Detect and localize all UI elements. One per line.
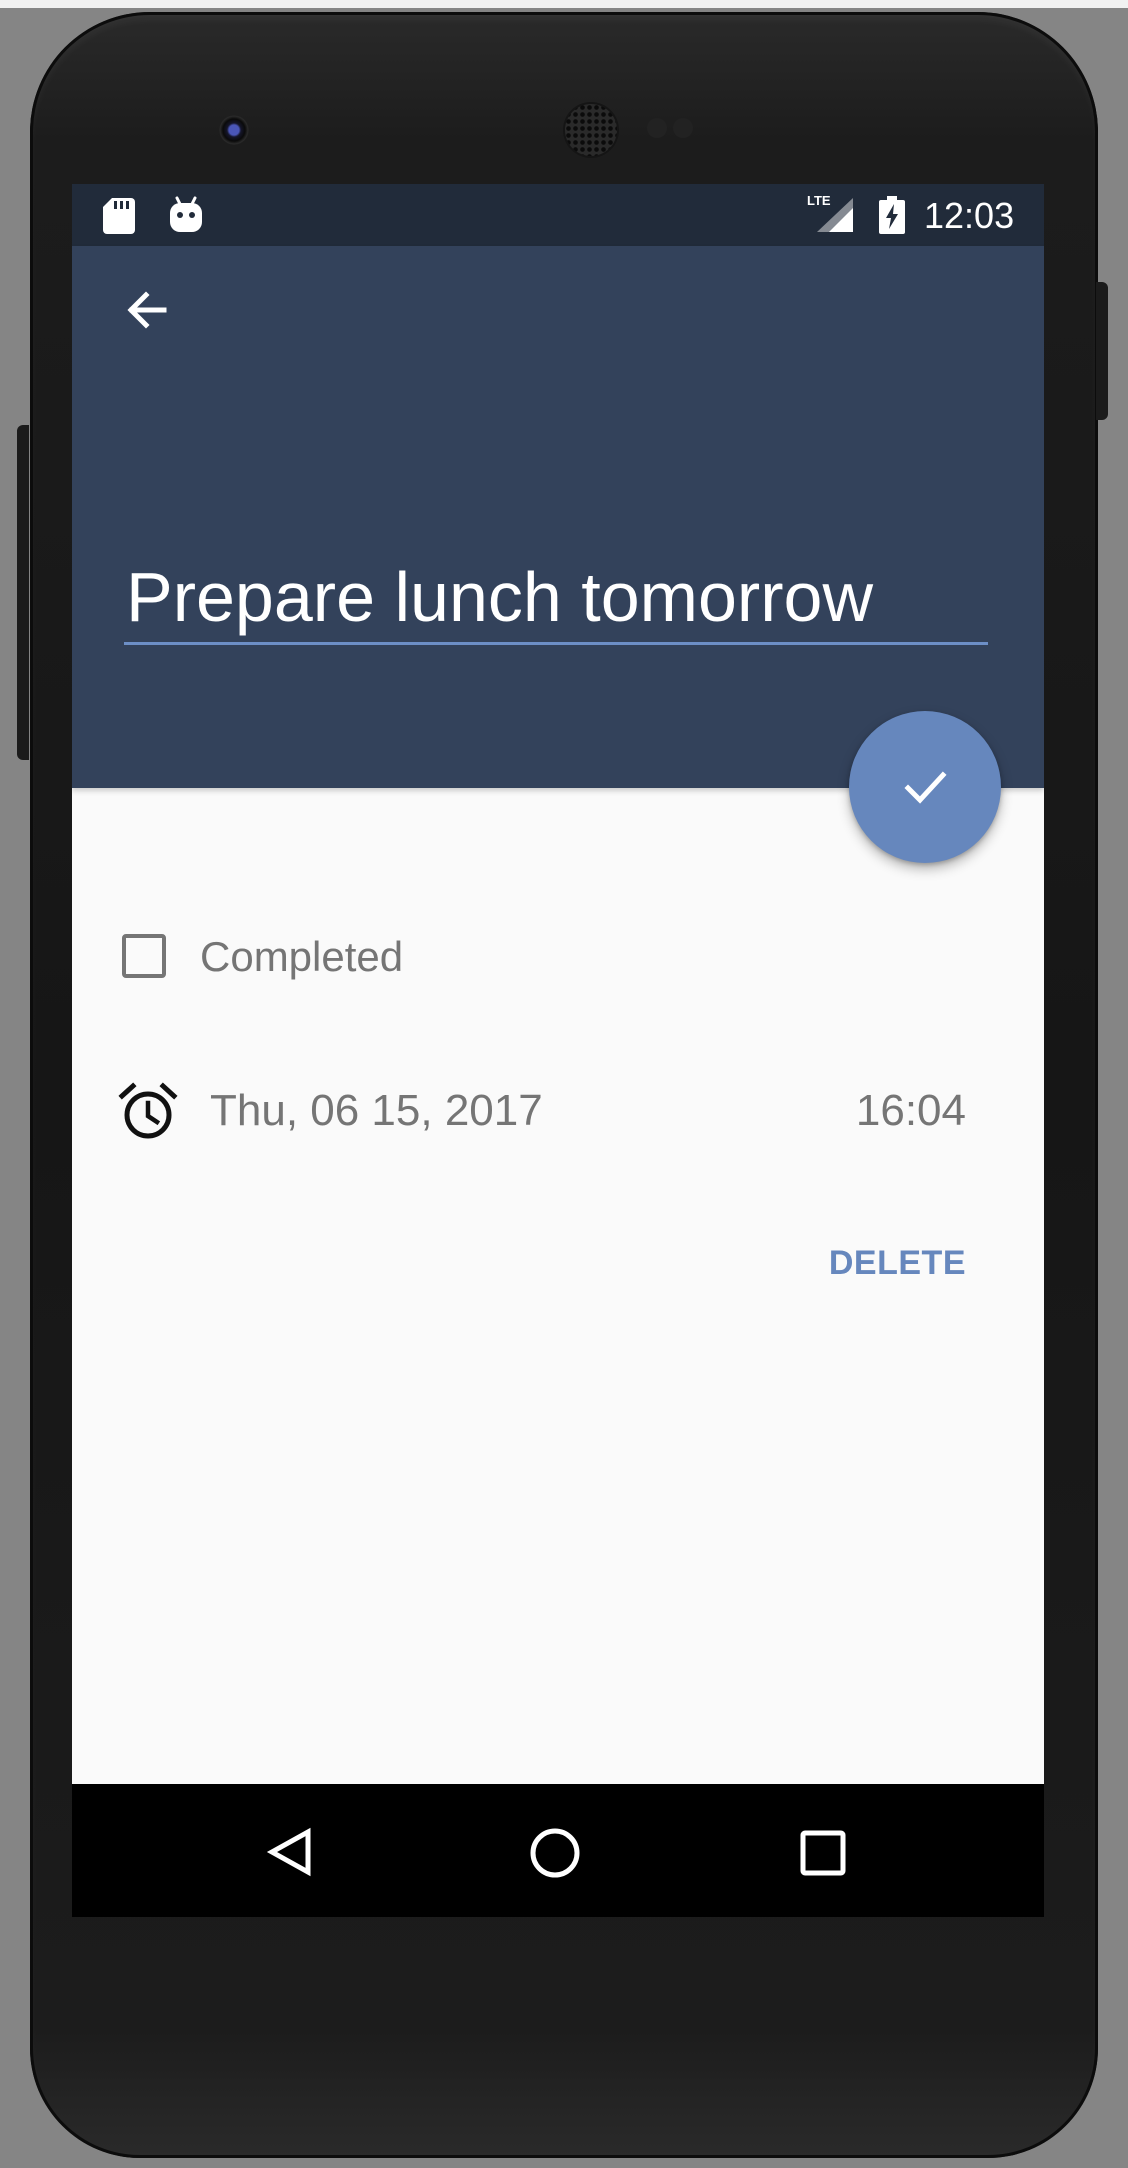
save-fab-button[interactable]	[849, 711, 1001, 863]
completed-checkbox[interactable]	[122, 934, 166, 978]
front-camera-icon	[219, 115, 249, 145]
status-clock: 12:03	[924, 195, 1015, 236]
earpiece-speaker-icon	[565, 104, 617, 156]
reminder-time[interactable]: 16:04	[856, 1086, 966, 1136]
device-screen: LTE 12:03 Completed	[72, 184, 1044, 1917]
nav-recents-icon[interactable]	[800, 1830, 846, 1876]
window-top-strip	[0, 0, 1128, 8]
status-bar: LTE 12:03	[72, 184, 1044, 246]
nav-home-icon[interactable]	[528, 1826, 582, 1880]
check-icon	[904, 771, 947, 804]
volume-button	[17, 425, 29, 760]
reminder-date[interactable]: Thu, 06 15, 2017	[210, 1086, 543, 1136]
proximity-sensor-icon	[647, 118, 667, 138]
sd-card-icon	[103, 198, 135, 234]
arrow-back-icon[interactable]	[118, 282, 174, 338]
completed-checkbox-row[interactable]: Completed	[112, 924, 712, 994]
alarm-clock-icon	[118, 1082, 178, 1139]
system-navigation-bar	[72, 1784, 1044, 1917]
app-bar	[72, 246, 1044, 788]
power-button	[1096, 282, 1108, 420]
task-title-input[interactable]	[124, 551, 988, 645]
nav-back-icon[interactable]	[264, 1826, 316, 1878]
lte-signal-icon: LTE	[807, 194, 855, 234]
delete-button[interactable]: DELETE	[829, 1244, 966, 1283]
android-debug-icon	[170, 196, 202, 232]
completed-label: Completed	[200, 933, 404, 980]
light-sensor-icon	[673, 118, 693, 138]
battery-charging-icon	[879, 196, 905, 234]
